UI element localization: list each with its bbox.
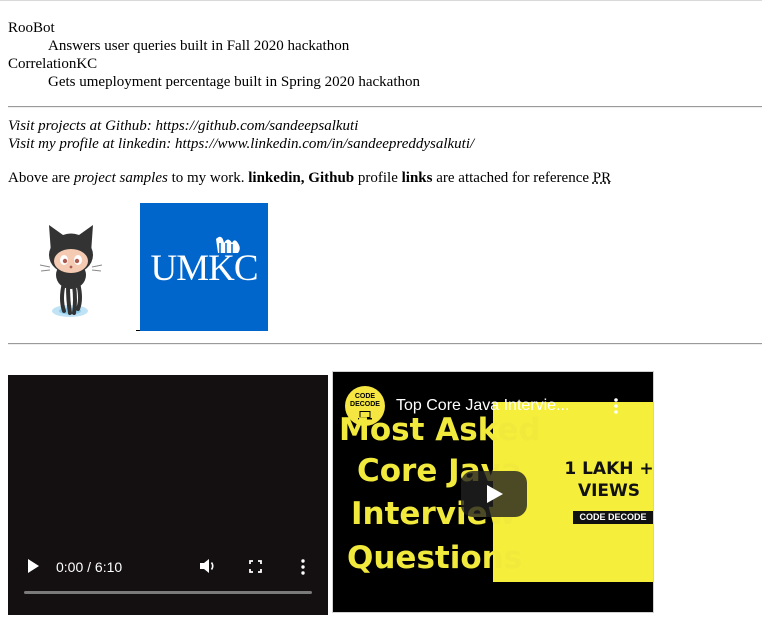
project-name-roobot: RooBot [8, 20, 55, 36]
ref-project-samples: project samples [73, 170, 168, 186]
reference-paragraph: Above are project samples to my work. li… [8, 169, 611, 187]
linkedin-link-line[interactable]: Visit my profile at linkedin: https://ww… [8, 135, 474, 153]
ref-pr-abbr: PR [592, 170, 612, 186]
channel-badge-line1: CODE [354, 393, 376, 400]
channel-badge-line2: DECODE [350, 401, 380, 408]
github-logo-link[interactable] [8, 203, 136, 331]
play-icon [487, 485, 503, 503]
project-name-correlationkc: CorrelationKC [8, 56, 98, 72]
more-options-icon[interactable] [301, 559, 305, 575]
umkc-logo[interactable]: UMKC [140, 203, 268, 331]
views-line1: 1 LAKH + [564, 459, 654, 479]
volume-icon[interactable] [199, 558, 217, 574]
divider [8, 106, 762, 108]
youtube-embed[interactable]: CODE DECODE Top Core Java Intervie... Mo… [332, 371, 654, 613]
github-link-line[interactable]: Visit projects at Github: https://github… [8, 117, 358, 135]
thumbnail-text-line1: Most Asked [339, 412, 541, 448]
project-desc-correlationkc: Gets umeployment percentage built in Spr… [48, 74, 420, 90]
youtube-more-icon[interactable] [614, 398, 618, 414]
ref-text-7: are attached for reference [432, 170, 593, 186]
video-time: 0:00 / 6:10 [56, 559, 123, 575]
project-desc-roobot: Answers user queries built in Fall 2020 … [48, 38, 350, 54]
ref-linkedin-github: linkedin, Github [248, 170, 355, 186]
ref-text-3: to my work. [167, 170, 249, 186]
umkc-wordmark: UMKC [150, 248, 258, 289]
ref-text-5: profile [354, 170, 402, 186]
top-rule [0, 0, 762, 1]
thumbnail-text-line4: Questions [347, 540, 523, 576]
play-icon[interactable] [26, 558, 40, 574]
code-decode-tag: CODE DECODE [573, 511, 653, 524]
divider [8, 343, 762, 345]
youtube-play-button[interactable] [461, 471, 527, 517]
views-line2: VIEWS [577, 481, 641, 501]
fullscreen-icon[interactable] [249, 560, 262, 573]
octocat-icon [39, 225, 103, 317]
ref-text-1: Above are [8, 170, 74, 186]
video-player[interactable]: 0:00 / 6:10 [8, 375, 328, 615]
video-progress-bar[interactable] [24, 591, 312, 594]
ref-links: links [401, 170, 433, 186]
